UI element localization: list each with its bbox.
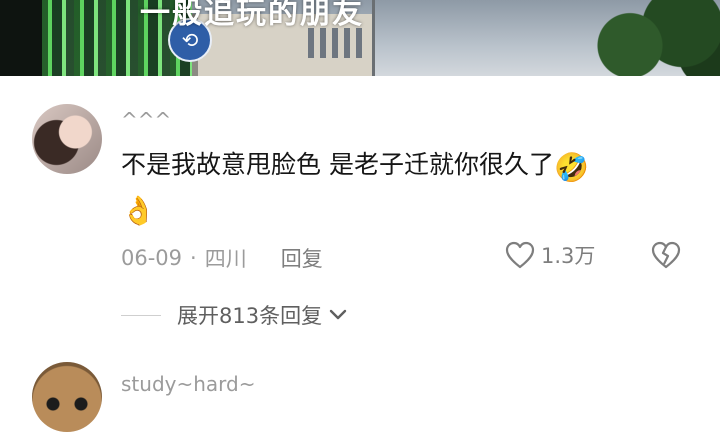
comment-username[interactable]: study~hard~ <box>121 372 255 396</box>
like-button[interactable]: 1.3万 <box>505 240 595 270</box>
video-caption: 一般追玩的朋友 <box>140 0 364 31</box>
comment-meta: 06-09 · 四川 回复 <box>121 243 323 273</box>
video-utility-pole <box>372 0 375 76</box>
video-trees <box>570 0 720 76</box>
comment-text: 不是我故意甩脸色 是老子迁就你很久了🤣 👌 <box>121 145 691 231</box>
ok-hand-emoji-icon: 👌 <box>121 194 156 227</box>
expand-replies-button[interactable]: 展开813条回复 <box>121 300 348 330</box>
chevron-down-icon <box>329 309 347 320</box>
expand-replies-label: 展开813条回复 <box>177 304 323 328</box>
meta-separator: · <box>190 246 197 270</box>
video-preview[interactable]: ⟲ 一般追玩的朋友 <box>0 0 720 76</box>
dislike-button[interactable] <box>650 240 682 274</box>
comment-date: 06-09 <box>121 246 183 270</box>
comment-body: 不是我故意甩脸色 是老子迁就你很久了 <box>121 150 554 179</box>
comment-location: 四川 <box>204 247 247 271</box>
comment-username[interactable]: ^^^ <box>121 108 171 132</box>
avatar[interactable] <box>32 362 102 432</box>
expand-divider <box>121 314 161 316</box>
rolling-laughing-emoji-icon: 🤣 <box>553 151 589 184</box>
like-count: 1.3万 <box>541 244 596 268</box>
avatar[interactable] <box>32 104 102 174</box>
heart-icon <box>505 241 535 269</box>
broken-heart-icon <box>651 241 681 269</box>
video-background-wall <box>0 0 42 76</box>
reply-button[interactable]: 回复 <box>281 243 323 273</box>
